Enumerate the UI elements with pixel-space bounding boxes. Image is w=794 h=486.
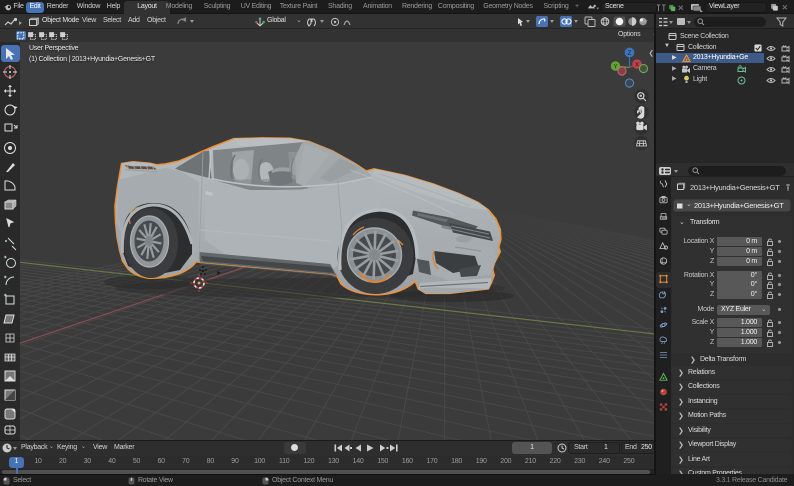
svg-text:X: X [635,62,639,68]
svg-text:Z: Z [628,51,632,57]
svg-text:Y: Y [613,64,617,70]
